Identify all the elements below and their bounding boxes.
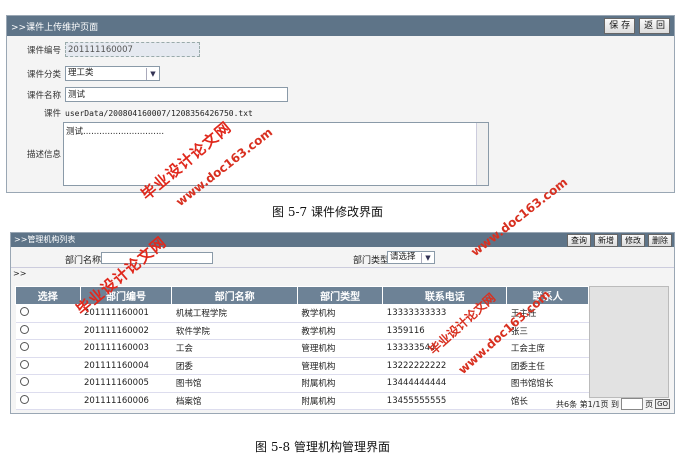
column-header: 联系人	[506, 286, 589, 305]
category-value: 理工类	[68, 68, 94, 78]
org-table: 选择 部门编号 部门名称 部门类型 联系电话 联系人 201111160001 机械工程学院…	[15, 286, 589, 410]
go-button[interactable]: GO	[655, 399, 670, 409]
description-text: 测试..............................	[66, 127, 165, 137]
courseware-id-label: 课件编号	[26, 45, 61, 56]
table-cell: 图书馆	[171, 374, 298, 393]
row-radio[interactable]	[19, 324, 29, 334]
table-cell: 管理机构	[297, 339, 383, 358]
table-cell: 201111160001	[80, 304, 172, 323]
chevron-down-icon[interactable]: ▼	[146, 67, 159, 80]
table-cell: 教学机构	[297, 322, 383, 340]
delete-button[interactable]: 删除	[648, 234, 672, 247]
table-row[interactable]: 201111160002 软件学院 教学机构 1359116 张三	[15, 322, 589, 340]
table-cell: 133333544	[382, 339, 507, 358]
table-cell: 王主任	[506, 304, 589, 323]
add-button[interactable]: 新增	[594, 234, 618, 247]
select-cell	[15, 304, 80, 323]
search-bar: 部门名称 部门类型 请选择 ▼	[11, 249, 674, 268]
table-cell: 201111160006	[80, 392, 172, 410]
panel-header: >>管理机构列表 查询 新增 修改 删除	[11, 233, 674, 247]
panel-title: >>管理机构列表	[14, 235, 76, 244]
textarea-scrollbar[interactable]	[476, 123, 488, 185]
figure-caption-5-7: 图 5-7 课件修改界面	[272, 205, 383, 219]
column-header: 部门名称	[171, 286, 298, 305]
chevron-down-icon[interactable]: ▼	[421, 252, 434, 263]
courseware-edit-panel: >>课件上传维护页面 保 存 返 回 课件编号 201111160007 课件分…	[6, 15, 675, 193]
column-header: 部门编号	[79, 286, 173, 305]
table-cell: 13333333333	[382, 304, 507, 323]
select-cell	[15, 392, 80, 410]
query-button[interactable]: 查询	[567, 234, 591, 247]
table-cell: 附属机构	[297, 374, 383, 393]
select-cell	[15, 357, 80, 375]
table-cell: 附属机构	[297, 392, 383, 410]
table-cell: 管理机构	[297, 357, 383, 375]
table-row[interactable]: 201111160005 图书馆 附属机构 13444444444 图书馆馆长	[15, 374, 589, 393]
select-cell	[15, 374, 80, 393]
dept-name-label: 部门名称	[65, 256, 102, 266]
table-row[interactable]: 201111160004 团委 管理机构 13222222222 团委主任	[15, 357, 589, 375]
category-label: 课件分类	[26, 69, 61, 80]
dept-type-value: 请选择	[390, 252, 416, 262]
table-cell: 机械工程学院	[171, 304, 298, 323]
table-row[interactable]: 201111160006 档案馆 附属机构 13455555555 馆长	[15, 392, 589, 410]
panel-title: >>课件上传维护页面	[11, 22, 99, 33]
save-button[interactable]: 保 存	[604, 18, 636, 34]
pagination-summary: 共6条 第1/1页 到	[556, 399, 620, 409]
table-cell: 201111160004	[80, 357, 172, 375]
table-cell: 1359116	[382, 322, 507, 340]
select-cell	[15, 322, 80, 340]
description-label: 描述信息	[26, 150, 61, 160]
dept-type-label: 部门类型	[353, 256, 390, 266]
table-row[interactable]: 201111160001 机械工程学院 教学机构 13333333333 王主任	[15, 304, 589, 323]
dept-name-input[interactable]	[101, 252, 213, 264]
panel-header: >>课件上传维护页面	[7, 16, 674, 36]
row-radio[interactable]	[19, 342, 29, 352]
table-cell: 教学机构	[297, 304, 383, 323]
table-cell: 软件学院	[171, 322, 298, 340]
description-textarea[interactable]: 测试..............................	[63, 122, 489, 186]
row-radio[interactable]	[19, 359, 29, 369]
select-cell	[15, 339, 80, 358]
courseware-id-field: 201111160007	[65, 42, 200, 57]
table-cell: 团委	[171, 357, 298, 375]
row-radio[interactable]	[19, 307, 29, 317]
courseware-name-field[interactable]: 测试	[65, 87, 288, 102]
table-cell: 13455555555	[382, 392, 507, 410]
table-cell: 档案馆	[171, 392, 298, 410]
table-cell: 201111160005	[80, 374, 172, 393]
table-cell: 工会主席	[506, 339, 589, 358]
table-cell: 工会	[171, 339, 298, 358]
page-input[interactable]	[621, 398, 644, 410]
table-filler	[589, 286, 669, 398]
figure-caption-5-8: 图 5-8 管理机构管理界面	[255, 440, 390, 454]
table-cell: 13222222222	[382, 357, 507, 375]
pagination: 共6条 第1/1页 到 页 GO	[556, 398, 670, 410]
section-arrow: >>	[13, 269, 27, 278]
column-header: 部门类型	[296, 286, 384, 305]
table-cell: 201111160002	[80, 322, 172, 340]
table-cell: 团委主任	[506, 357, 589, 375]
table-cell: 13444444444	[382, 374, 507, 393]
table-row[interactable]: 201111160003 工会 管理机构 133333544 工会主席	[15, 339, 589, 358]
row-radio[interactable]	[19, 394, 29, 404]
column-header: 选择	[15, 286, 81, 305]
back-button[interactable]: 返 回	[639, 18, 670, 34]
edit-button[interactable]: 修改	[621, 234, 645, 247]
org-list-panel: >>管理机构列表 查询 新增 修改 删除 部门名称 部门类型 请选择 ▼ >> …	[10, 232, 675, 414]
file-label: 课件	[43, 109, 61, 119]
courseware-name-label: 课件名称	[26, 90, 61, 101]
file-path: userData/200804160007/1208356426750.txt	[65, 108, 253, 118]
table-cell: 图书馆馆长	[506, 374, 589, 393]
category-select[interactable]: 理工类 ▼	[65, 66, 160, 81]
page-suffix: 页	[645, 399, 654, 409]
column-header: 联系电话	[382, 286, 508, 305]
table-cell: 张三	[506, 322, 589, 340]
row-radio[interactable]	[19, 377, 29, 387]
dept-type-select[interactable]: 请选择 ▼	[387, 251, 435, 264]
table-cell: 201111160003	[80, 339, 172, 358]
